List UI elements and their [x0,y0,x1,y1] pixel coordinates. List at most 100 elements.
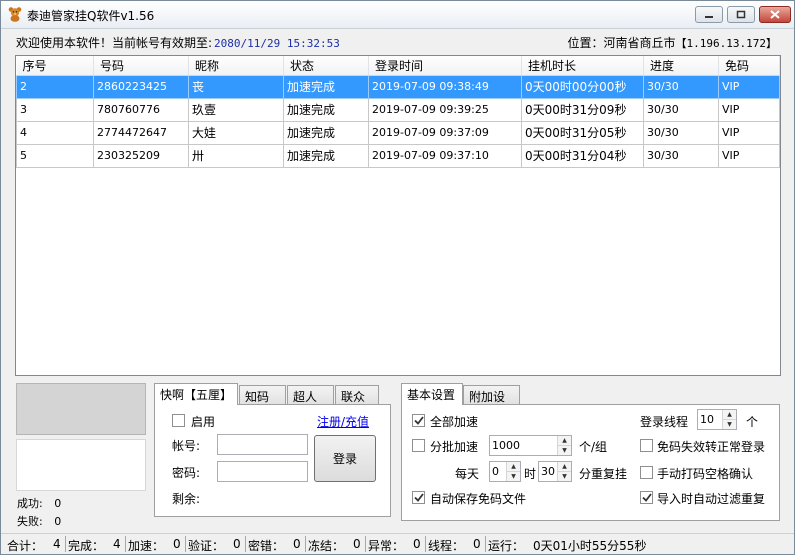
tab-zhima[interactable]: 知码 [239,385,286,405]
cell-login-time: 2019-07-09 09:39:25 [368,97,522,122]
minimize-icon [705,15,713,18]
batch-accelerate-label: 分批加速 [430,440,479,454]
cell-status: 加速完成 [283,120,369,145]
frozen-label: 冻结： [308,539,345,553]
accel-label: 加速： [128,539,165,553]
expiry-date: 2080/11/29 15:32:53 [214,37,340,50]
cell-qq: 2774472647 [93,120,189,145]
spinner-arrows[interactable]: ▲ ▼ [506,462,520,481]
minimize-button[interactable] [695,6,723,23]
column-header[interactable]: 序号 [16,56,94,76]
batch-size-value: 1000 [492,439,520,452]
free-code-fail-checkbox[interactable] [640,439,653,452]
cell-no: 3 [16,97,94,122]
enable-checkbox[interactable] [172,414,185,427]
tab-lianzhong[interactable]: 联众 [335,385,379,405]
column-header[interactable]: 号码 [93,56,189,76]
divider [425,536,426,552]
abnormal-value: 0 [413,537,421,551]
spin-down-icon[interactable]: ▼ [558,471,571,481]
done-label: 完成： [68,539,105,553]
batch-size-spinner[interactable]: 1000 ▲ ▼ [489,435,572,456]
success-value: 0 [54,497,62,510]
tab-chaoren[interactable]: 超人 [287,385,334,405]
spin-down-icon[interactable]: ▼ [723,419,736,429]
total-label: 合计： [7,539,44,553]
password-error-value: 0 [293,537,301,551]
column-header[interactable]: 免码 [718,56,780,76]
column-header[interactable]: 进度 [643,56,719,76]
manual-captcha-checkbox[interactable] [640,466,653,479]
table-row[interactable]: 5 230325209 卅 加速完成 2019-07-09 09:37:10 0… [16,143,780,168]
minute-spinner[interactable]: 30 ▲ ▼ [538,461,572,482]
account-table[interactable]: 序号 号码 昵称 状态 登录时间 挂机时长 进度 免码 2 2860223425… [15,55,781,376]
divider [185,536,186,552]
cell-vip: VIP [718,74,780,99]
cell-qq: 2860223425 [93,74,189,99]
cell-vip: VIP [718,143,780,168]
column-header[interactable]: 状态 [283,56,369,76]
spin-up-icon[interactable]: ▲ [723,410,736,419]
spin-down-icon[interactable]: ▼ [558,445,571,455]
maximize-button[interactable] [727,6,755,23]
remaining-label: 剩余: [172,492,201,506]
total-value: 4 [53,537,61,551]
password-input[interactable] [217,461,308,482]
hour-spinner[interactable]: 0 ▲ ▼ [489,461,521,482]
all-accelerate-checkbox[interactable] [412,414,425,427]
auto-filter-checkbox[interactable] [640,491,653,504]
title-bar: 泰迪管家挂Q软件v1.56 [1,1,794,29]
table-row[interactable]: 3 780760776 玖壹 加速完成 2019-07-09 09:39:25 … [16,97,780,122]
cell-qq: 230325209 [93,143,189,168]
cell-duration: 0天00时31分04秒 [521,143,644,168]
cell-status: 加速完成 [283,97,369,122]
check-icon [413,416,424,425]
captcha-input-box[interactable] [16,439,146,491]
password-error-label: 密错： [248,539,285,553]
success-stat: 成功: 0 [17,495,61,511]
cell-progress: 30/30 [643,120,719,145]
login-button[interactable]: 登录 [314,435,376,482]
spinner-arrows[interactable]: ▲ ▼ [722,410,736,429]
divider [485,536,486,552]
spin-up-icon[interactable]: ▲ [558,462,571,471]
column-header[interactable]: 登录时间 [368,56,522,76]
cell-no: 4 [16,120,94,145]
tab-extra-settings[interactable]: 附加设置 [463,385,520,421]
auto-save-label: 自动保存免码文件 [430,492,527,506]
cell-progress: 30/30 [643,74,719,99]
spin-down-icon[interactable]: ▼ [507,471,520,481]
spinner-arrows[interactable]: ▲ ▼ [557,462,571,481]
table-header: 序号 号码 昵称 状态 登录时间 挂机时长 进度 免码 [16,56,780,76]
captcha-image-box [16,383,146,435]
account-input[interactable] [217,434,308,455]
tab-basic-settings[interactable]: 基本设置 [401,383,463,405]
success-label: 成功: [17,497,43,510]
cell-qq: 780760776 [93,97,189,122]
spin-up-icon[interactable]: ▲ [558,436,571,445]
spinner-arrows[interactable]: ▲ ▼ [557,436,571,455]
close-icon [770,10,780,19]
tab-kuaia[interactable]: 快啊【五厘】 [154,383,238,405]
table-row[interactable]: 2 2860223425 丧 加速完成 2019-07-09 09:38:49 … [16,74,780,99]
cell-login-time: 2019-07-09 09:37:10 [368,143,522,168]
batch-accelerate-checkbox[interactable] [412,439,425,452]
accel-value: 0 [173,537,181,551]
auto-save-checkbox[interactable] [412,491,425,504]
auto-filter-label: 导入时自动过滤重复 [657,492,766,506]
all-accelerate-label: 全部加速 [430,415,479,429]
cell-status: 加速完成 [283,143,369,168]
table-row[interactable]: 4 2774472647 大娃 加速完成 2019-07-09 09:37:09… [16,120,780,145]
free-code-fail-label: 免码失效转正常登录 [657,440,766,454]
cell-login-time: 2019-07-09 09:37:09 [368,120,522,145]
column-header[interactable]: 昵称 [188,56,284,76]
cell-nick: 大娃 [188,120,284,145]
register-recharge-link[interactable]: 注册/充值 [317,413,369,430]
spin-up-icon[interactable]: ▲ [507,462,520,471]
column-header[interactable]: 挂机时长 [521,56,644,76]
fail-stat: 失败: 0 [17,513,61,529]
status-bar: 合计： 4 完成： 4 加速： 0 验证： 0 密错： 0 冻结： 0 异常： … [1,533,794,554]
close-button[interactable] [759,6,791,23]
threads-unit: 个 [746,415,759,429]
login-threads-spinner[interactable]: 10 ▲ ▼ [697,409,737,430]
